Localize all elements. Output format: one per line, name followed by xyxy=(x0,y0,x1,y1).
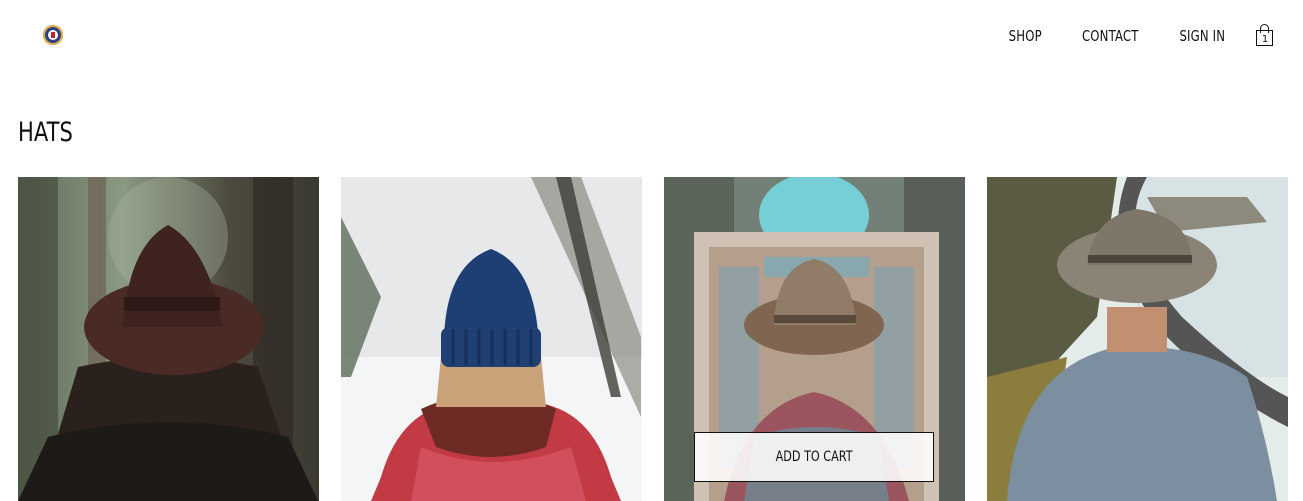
product-card[interactable] xyxy=(341,177,642,501)
nav-sign-in[interactable]: SIGN IN xyxy=(1180,27,1226,45)
product-grid: ADD TO CART xyxy=(18,177,1288,501)
add-to-cart-label: ADD TO CART xyxy=(775,449,853,465)
cart-button[interactable]: 1 xyxy=(1254,24,1276,48)
product-image-blue-beanie xyxy=(341,177,642,501)
product-image-brown-fedora xyxy=(18,177,319,501)
collection-title: HATS xyxy=(18,117,73,148)
nav-contact[interactable]: CONTACT xyxy=(1082,27,1139,45)
product-card[interactable] xyxy=(18,177,319,501)
product-card[interactable] xyxy=(987,177,1288,501)
add-to-cart-button[interactable]: ADD TO CART xyxy=(694,432,934,482)
product-card[interactable]: ADD TO CART xyxy=(664,177,965,501)
nav-shop[interactable]: SHOP xyxy=(1009,27,1042,45)
crest-logo-icon[interactable] xyxy=(43,25,63,45)
product-image-grey-wide-brim xyxy=(987,177,1288,501)
header: SHOP CONTACT SIGN IN 1 xyxy=(0,0,1303,70)
main-nav: SHOP CONTACT SIGN IN 1 xyxy=(977,24,1303,48)
cart-count: 1 xyxy=(1261,34,1269,45)
